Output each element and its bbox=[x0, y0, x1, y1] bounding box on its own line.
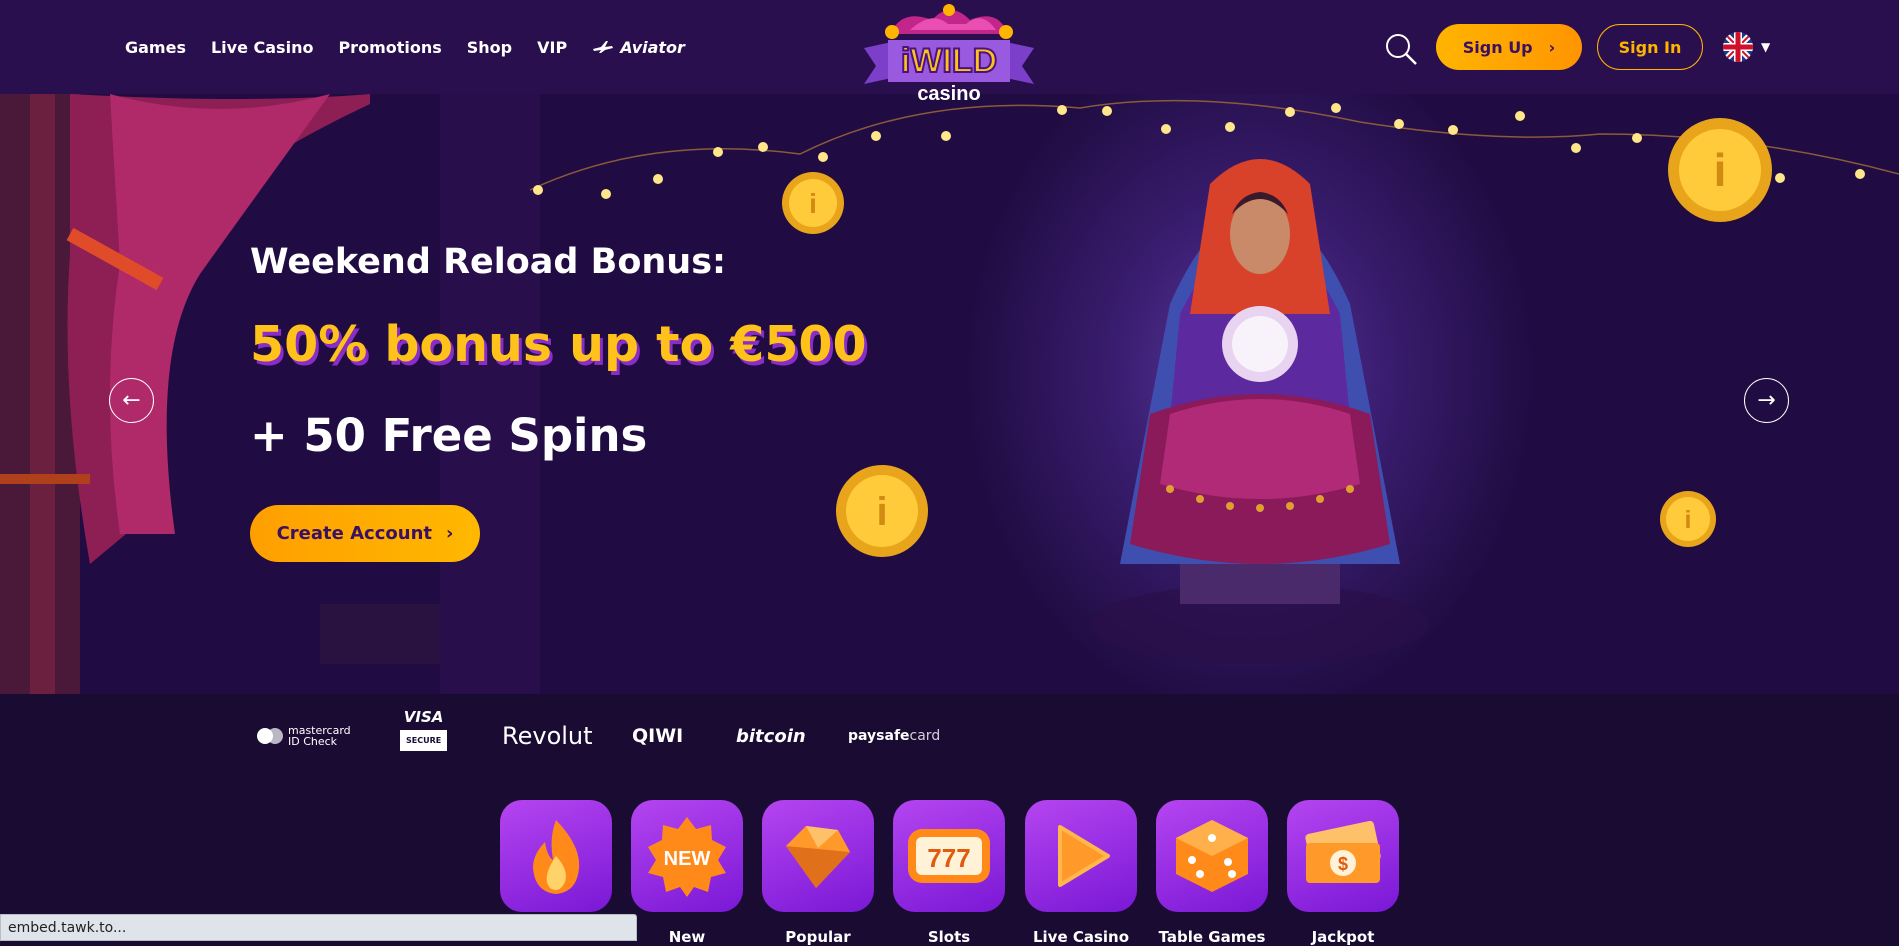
sign-in-button[interactable]: Sign In bbox=[1597, 24, 1703, 70]
curtain-illustration bbox=[0, 94, 540, 694]
play-icon bbox=[1058, 825, 1110, 887]
qiwi-text: QIWI bbox=[632, 725, 684, 747]
qiwi-logo: QIWI bbox=[632, 716, 683, 756]
mastercard-logo: mastercard ID Check bbox=[256, 716, 351, 756]
svg-text:777: 777 bbox=[927, 843, 970, 873]
money-icon: $ bbox=[1305, 821, 1381, 883]
new-badge-icon: NEW bbox=[648, 817, 726, 897]
sign-in-label: Sign In bbox=[1618, 37, 1682, 57]
category-tile: $ bbox=[1287, 800, 1399, 912]
paysafecard-logo: paysafe card bbox=[848, 716, 940, 756]
category-tile bbox=[500, 800, 612, 912]
coin-decoration: i bbox=[1668, 118, 1772, 222]
bitcoin-text: bitcoin bbox=[736, 725, 806, 747]
carousel-prev-button[interactable]: ← bbox=[109, 378, 154, 423]
fire-icon bbox=[533, 820, 580, 894]
category-live-casino[interactable]: Live Casino bbox=[1025, 800, 1137, 946]
nav-live-casino[interactable]: Live Casino bbox=[211, 38, 313, 57]
arrow-left-icon: ← bbox=[122, 388, 141, 413]
visa-secure-logo: VISA SECURE bbox=[400, 708, 448, 766]
create-account-button[interactable]: Create Account › bbox=[250, 505, 480, 562]
category-label: Table Games bbox=[1158, 928, 1266, 946]
nav-aviator[interactable]: Aviator bbox=[592, 38, 685, 57]
category-label: Live Casino bbox=[1032, 928, 1130, 946]
chevron-right-icon: › bbox=[445, 523, 454, 544]
sign-up-label: Sign Up bbox=[1462, 37, 1533, 57]
category-tile: 777 bbox=[893, 800, 1005, 912]
svg-text:i: i bbox=[876, 490, 887, 534]
carousel-next-button[interactable]: → bbox=[1744, 378, 1789, 423]
paysafe-text: paysafe bbox=[848, 728, 910, 744]
site-header: Games Live Casino Promotions Shop VIP Av… bbox=[0, 0, 1899, 105]
visa-secure-text: SECURE bbox=[400, 730, 448, 751]
nav-games[interactable]: Games bbox=[125, 38, 186, 57]
category-tile bbox=[1025, 800, 1137, 912]
svg-text:$: $ bbox=[1338, 854, 1348, 874]
paysafe-card-text: card bbox=[909, 728, 941, 744]
nav-vip[interactable]: VIP bbox=[537, 38, 567, 57]
main-nav: Games Live Casino Promotions Shop VIP Av… bbox=[125, 0, 685, 94]
category-label: Slots bbox=[927, 928, 971, 946]
hero-title: Weekend Reload Bonus: bbox=[250, 242, 727, 282]
category-popular[interactable]: Popular bbox=[762, 800, 874, 946]
sign-up-button[interactable]: Sign Up › bbox=[1436, 24, 1582, 70]
nav-shop[interactable]: Shop bbox=[467, 38, 512, 57]
category-jackpot[interactable]: $ Jackpot bbox=[1287, 800, 1399, 946]
category-tile bbox=[1156, 800, 1268, 912]
svg-text:i: i bbox=[1685, 506, 1692, 534]
dice-icon bbox=[1176, 820, 1248, 892]
language-selector[interactable]: ▼ bbox=[1723, 32, 1770, 62]
category-new[interactable]: NEW New bbox=[631, 800, 743, 946]
payment-methods: mastercard ID Check VISA SECURE Revolut … bbox=[0, 694, 1899, 794]
mastercard-icon bbox=[257, 728, 283, 744]
revolut-logo: Revolut bbox=[502, 722, 593, 750]
aviator-label: Aviator bbox=[620, 37, 685, 57]
category-label: New bbox=[668, 928, 706, 946]
uk-flag-icon bbox=[1723, 32, 1753, 62]
category-tile: NEW bbox=[631, 800, 743, 912]
coin-decoration: i bbox=[836, 465, 928, 557]
create-account-label: Create Account bbox=[276, 523, 432, 544]
category-hot[interactable] bbox=[500, 800, 612, 928]
site-logo[interactable]: iWILD casino bbox=[862, 4, 1036, 108]
hero-free-spins-text: + 50 Free Spins bbox=[250, 409, 648, 462]
arrow-right-icon: → bbox=[1757, 388, 1776, 413]
category-table-games[interactable]: Table Games bbox=[1156, 800, 1268, 946]
search-icon[interactable] bbox=[1384, 32, 1418, 66]
svg-text:i: i bbox=[809, 188, 817, 219]
category-label: Jackpot bbox=[1311, 928, 1375, 946]
svg-text:NEW: NEW bbox=[664, 848, 711, 870]
chevron-right-icon: › bbox=[1548, 37, 1556, 57]
browser-status-bar: embed.tawk.to... bbox=[0, 914, 637, 941]
coin-decoration: i bbox=[1660, 491, 1716, 547]
hero-bonus-text: 50% bonus up to €500 bbox=[250, 316, 867, 373]
diamond-icon bbox=[786, 826, 850, 888]
mastercard-id-check: ID Check bbox=[288, 735, 338, 748]
logo-subtitle: casino bbox=[917, 83, 980, 105]
plane-icon bbox=[593, 41, 614, 53]
logo-wordmark: iWILD bbox=[901, 42, 997, 80]
bitcoin-logo: bitcoin bbox=[736, 716, 806, 756]
category-label: Popular bbox=[785, 928, 851, 946]
777-slot-icon: 777 bbox=[908, 829, 990, 883]
category-slots[interactable]: 777 Slots bbox=[893, 800, 1005, 946]
chevron-down-icon: ▼ bbox=[1761, 40, 1771, 54]
hero-banner: i i i i Weekend Reload Bonus: 50% bonus … bbox=[0, 94, 1899, 694]
nav-promotions[interactable]: Promotions bbox=[338, 38, 441, 57]
visa-text: VISA bbox=[403, 708, 444, 726]
fortune-teller-illustration bbox=[1090, 159, 1430, 664]
svg-text:i: i bbox=[1714, 144, 1727, 196]
coin-decoration: i bbox=[782, 172, 844, 234]
category-tile bbox=[762, 800, 874, 912]
